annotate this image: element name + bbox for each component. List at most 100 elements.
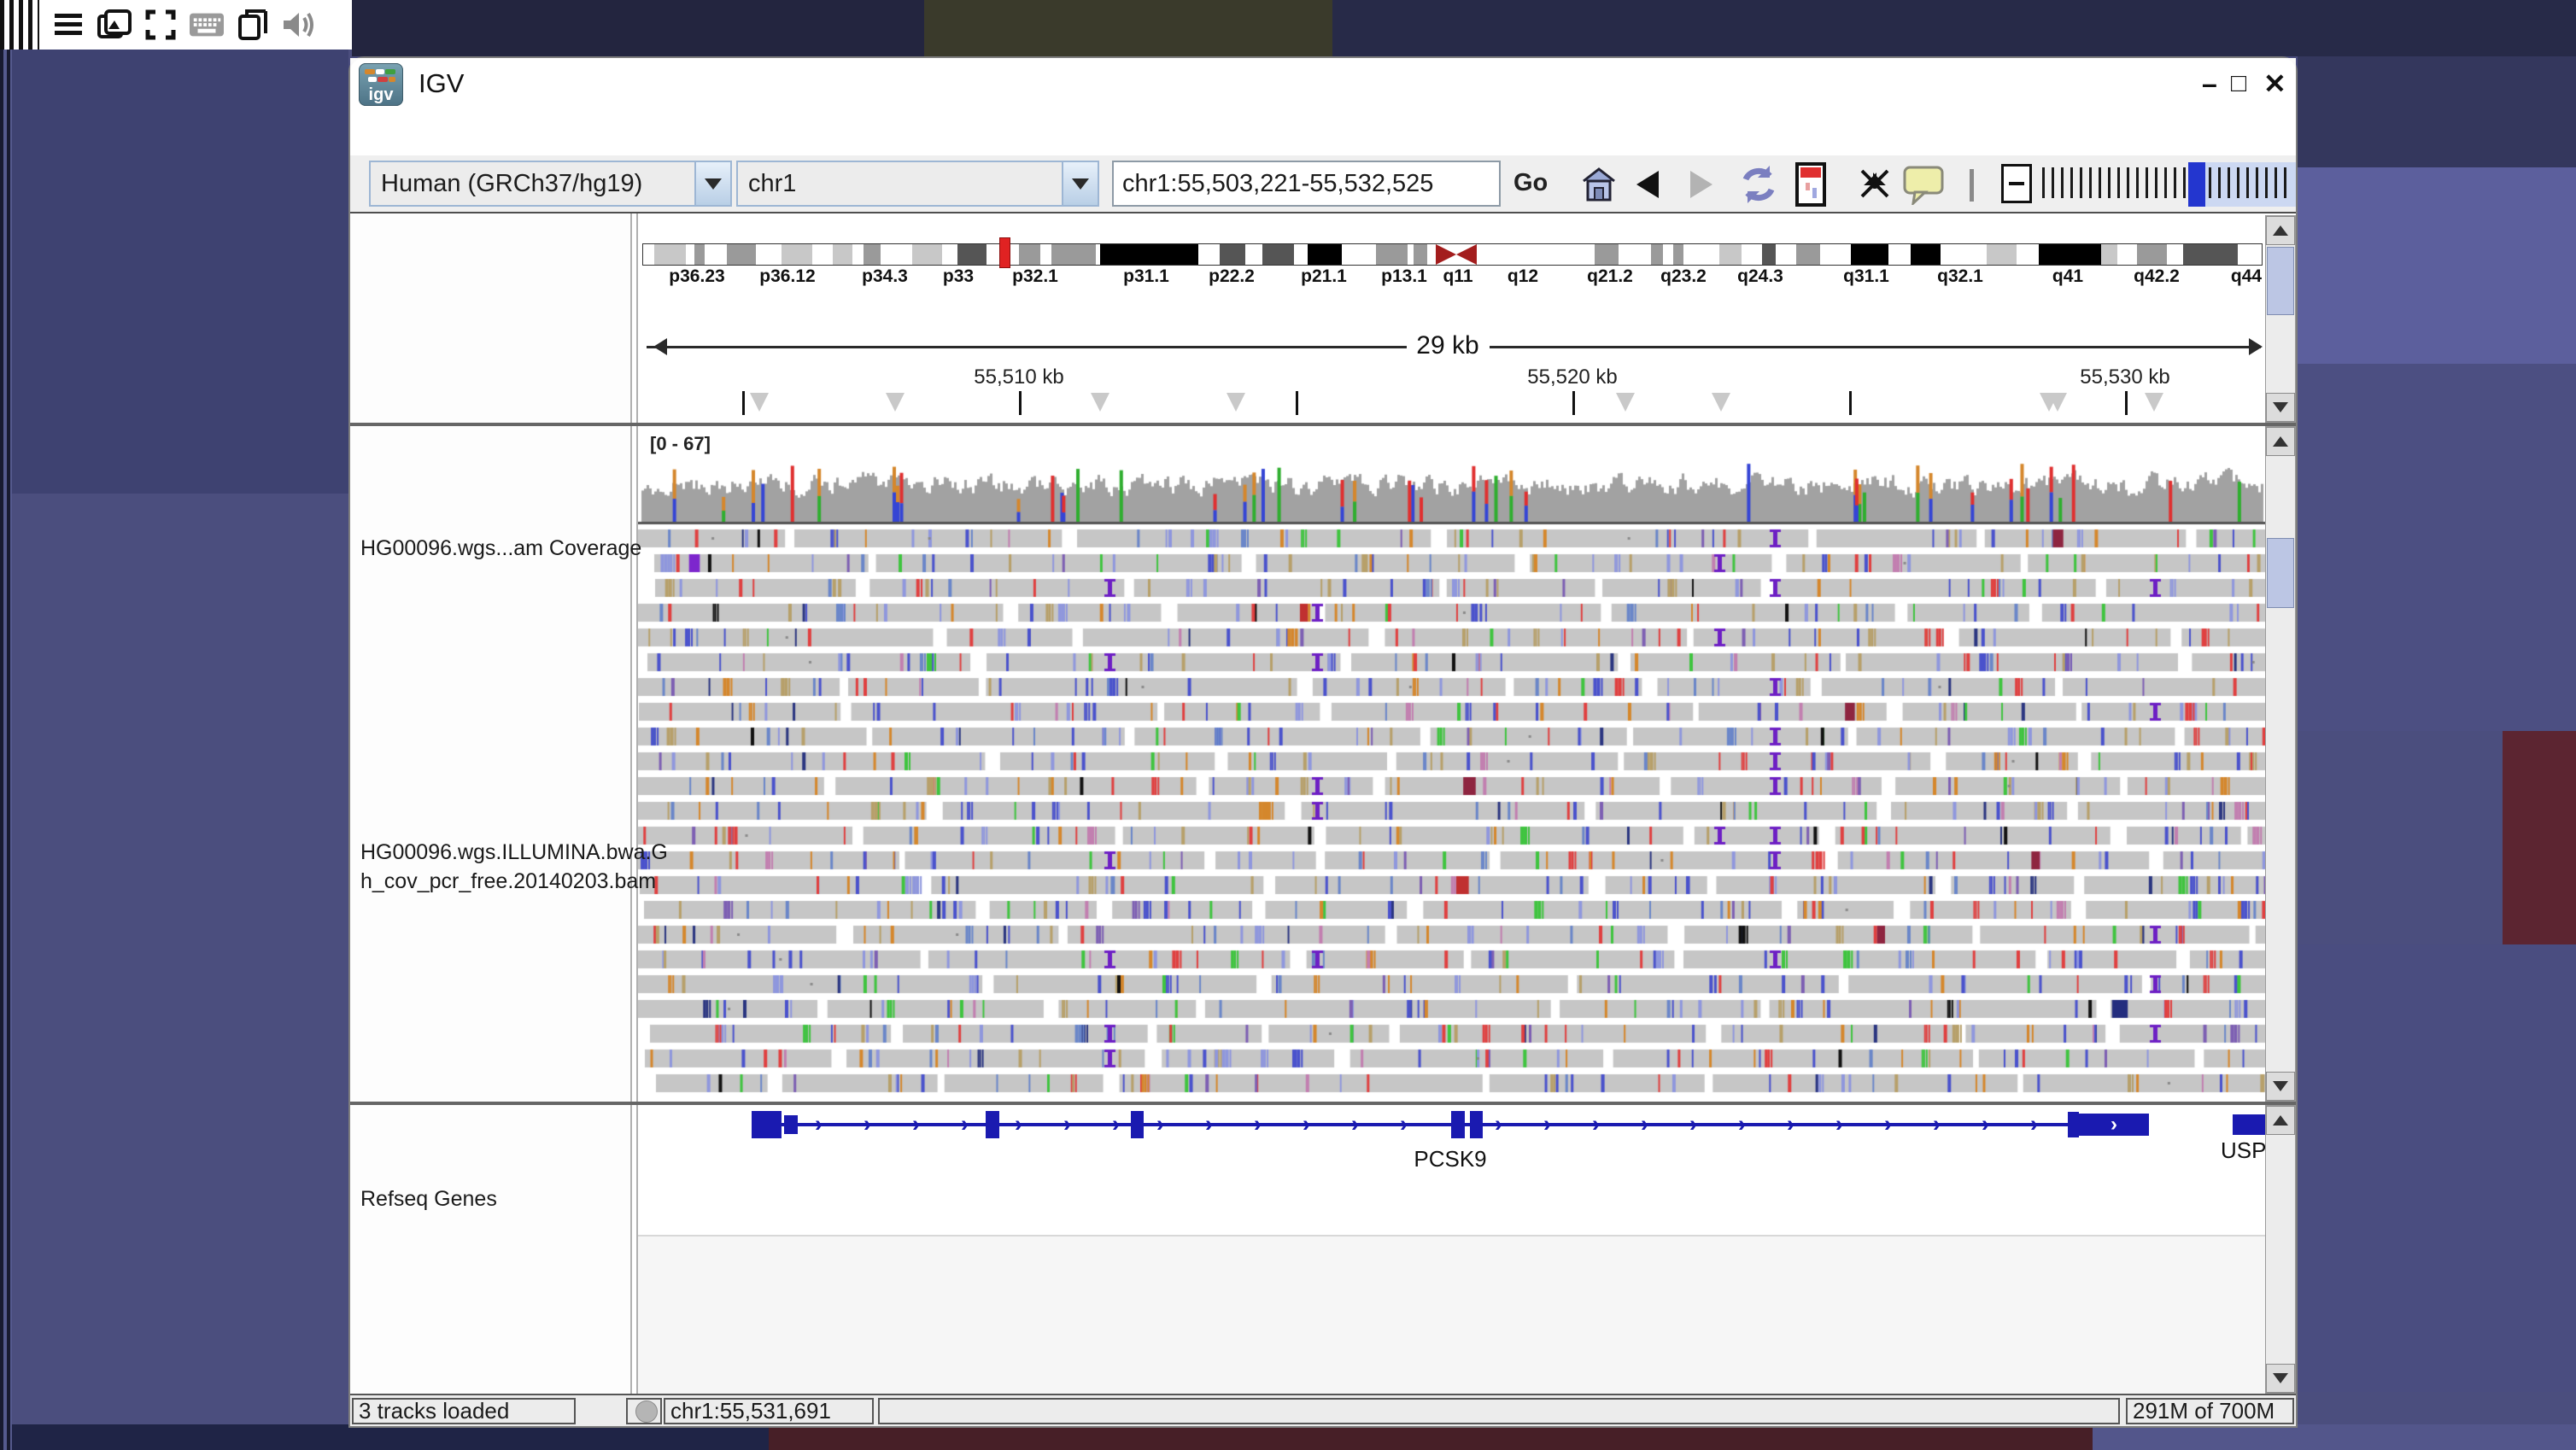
clipboard-copy-icon[interactable] — [236, 8, 270, 42]
desktop-patch — [1332, 0, 2576, 56]
refresh-icon[interactable] — [1737, 162, 1780, 211]
strand-chevron-icon: › — [1254, 1113, 1262, 1136]
scroll-down-icon[interactable] — [2266, 1072, 2295, 1101]
desktop-edge-texture — [0, 0, 12, 1450]
ideogram-band — [1742, 244, 1762, 265]
chevron-down-icon[interactable] — [1062, 162, 1098, 205]
gene-exon[interactable] — [752, 1111, 782, 1138]
band-label: p33 — [943, 266, 974, 287]
gene-exon[interactable] — [2068, 1112, 2079, 1137]
ideogram-band — [1427, 244, 1436, 265]
tooltip-bubble-icon[interactable] — [1903, 164, 1944, 209]
zoom-out-button[interactable] — [2001, 164, 2032, 203]
scrollbar-thumb[interactable] — [2267, 247, 2294, 315]
fullscreen-icon[interactable] — [143, 8, 178, 42]
home-icon[interactable] — [1580, 166, 1618, 208]
zoom-slider-tick — [2174, 167, 2176, 198]
scroll-up-icon[interactable] — [2266, 427, 2295, 456]
strand-chevron-icon: › — [1156, 1113, 1164, 1136]
strand-chevron-icon: › — [1787, 1113, 1794, 1136]
band-label: q31.1 — [1843, 266, 1889, 287]
genome-select[interactable]: Human (GRCh37/hg19) — [369, 161, 732, 207]
scrollbar-thumb[interactable] — [2267, 538, 2294, 608]
gene-exon[interactable] — [986, 1111, 999, 1138]
zoom-slider-tick — [2099, 167, 2101, 198]
scroll-up-icon[interactable] — [2266, 216, 2295, 245]
volume-icon[interactable] — [282, 8, 316, 42]
gene-exon[interactable] — [1451, 1111, 1465, 1138]
scrollbar-genes[interactable] — [2265, 1105, 2296, 1394]
zoom-slider-thumb[interactable] — [2188, 162, 2205, 207]
gene-exon[interactable] — [1131, 1111, 1144, 1138]
define-region-icon[interactable] — [1795, 162, 1826, 211]
gene-exon[interactable] — [784, 1115, 798, 1134]
close-button[interactable]: ✕ — [2263, 70, 2286, 97]
menu-icon[interactable] — [51, 8, 85, 42]
band-label: q44 — [2231, 266, 2262, 287]
zoom-slider-tick — [2127, 167, 2129, 198]
current-region-marker — [999, 237, 1010, 268]
band-label: p21.1 — [1301, 266, 1347, 287]
ideogram-band — [912, 244, 942, 265]
gene-name-label[interactable]: USP24 — [2221, 1137, 2265, 1164]
taskbar — [0, 0, 352, 50]
scrollbar-ideogram[interactable] — [2265, 215, 2296, 423]
strand-chevron-icon: › — [1351, 1113, 1359, 1136]
ruler-span-line — [1490, 346, 2261, 348]
strand-chevron-icon: › — [1495, 1113, 1502, 1136]
ideogram-band — [1245, 244, 1262, 265]
scroll-down-icon[interactable] — [2266, 393, 2295, 422]
chromosome-select[interactable]: chr1 — [736, 161, 1099, 207]
strand-chevron-icon: › — [1884, 1113, 1892, 1136]
band-label: q11 — [1443, 266, 1472, 287]
ideogram-band — [643, 244, 654, 265]
locus-input[interactable]: chr1:55,503,221-55,532,525 — [1112, 161, 1501, 207]
minimize-button[interactable]: – — [2202, 70, 2217, 97]
keyboard-icon[interactable] — [190, 8, 224, 42]
igv-app-icon: igv — [359, 63, 403, 106]
alignment-track-label-line2[interactable]: h_cov_pcr_free.20140203.bam — [360, 869, 656, 894]
desktop-patch — [2298, 364, 2576, 731]
centromere-icon — [1456, 244, 1477, 265]
gene-exon[interactable]: › — [2079, 1114, 2149, 1136]
gene-exon[interactable] — [2233, 1114, 2265, 1135]
scrollbar-alignments[interactable] — [2265, 426, 2296, 1102]
strand-chevron-icon: › — [864, 1113, 871, 1136]
desktop-patch — [0, 1424, 769, 1450]
ideogram-band — [1619, 244, 1651, 265]
alignment-track-label-line1[interactable]: HG00096.wgs.ILLUMINA.bwa.G — [360, 840, 668, 865]
chevron-down-icon[interactable] — [694, 162, 730, 205]
zoom-slider-tick — [2183, 167, 2186, 198]
scroll-down-icon[interactable] — [2266, 1364, 2295, 1393]
title-bar[interactable]: igv IGV – □ ✕ — [350, 58, 2296, 109]
strand-chevron-icon: › — [961, 1113, 969, 1136]
ideogram-band — [1941, 244, 1987, 265]
go-button[interactable]: Go — [1513, 169, 1548, 197]
panel-divider[interactable] — [630, 213, 632, 1394]
grip-stripes-icon[interactable] — [0, 0, 39, 50]
genes-track-label[interactable]: Refseq Genes — [360, 1187, 497, 1212]
ideogram-band — [812, 244, 833, 265]
fit-to-window-icon[interactable] — [1857, 166, 1893, 206]
ideogram-band — [1477, 244, 1595, 265]
scroll-up-icon[interactable] — [2266, 1106, 2295, 1135]
alignment-visualization[interactable] — [638, 426, 2265, 1102]
forward-icon[interactable] — [1690, 171, 1712, 202]
strand-chevron-icon: › — [1689, 1113, 1697, 1136]
message-status — [878, 1398, 2120, 1424]
ideogram-band — [942, 244, 957, 265]
screen-capture-icon[interactable] — [97, 8, 132, 42]
strand-chevron-icon: › — [1738, 1113, 1746, 1136]
back-icon[interactable] — [1636, 171, 1659, 202]
chromosome-ideogram[interactable] — [642, 243, 2263, 266]
gene-name-label[interactable]: PCSK9 — [1414, 1146, 1486, 1172]
ideogram-band — [1663, 244, 1673, 265]
maximize-button[interactable]: □ — [2231, 70, 2246, 97]
ideogram-band — [1719, 244, 1742, 265]
coverage-track-label[interactable]: HG00096.wgs...am Coverage — [360, 536, 641, 561]
toolbar-separator — [1970, 169, 1974, 202]
ideogram-band — [2117, 244, 2137, 265]
ruler-span-label: 29 kb — [1416, 331, 1478, 360]
gene-exon[interactable] — [1470, 1111, 1483, 1138]
gene-panel: ››››››››››››››››››››››››››PCSK9USP24 — [638, 1105, 2265, 1394]
